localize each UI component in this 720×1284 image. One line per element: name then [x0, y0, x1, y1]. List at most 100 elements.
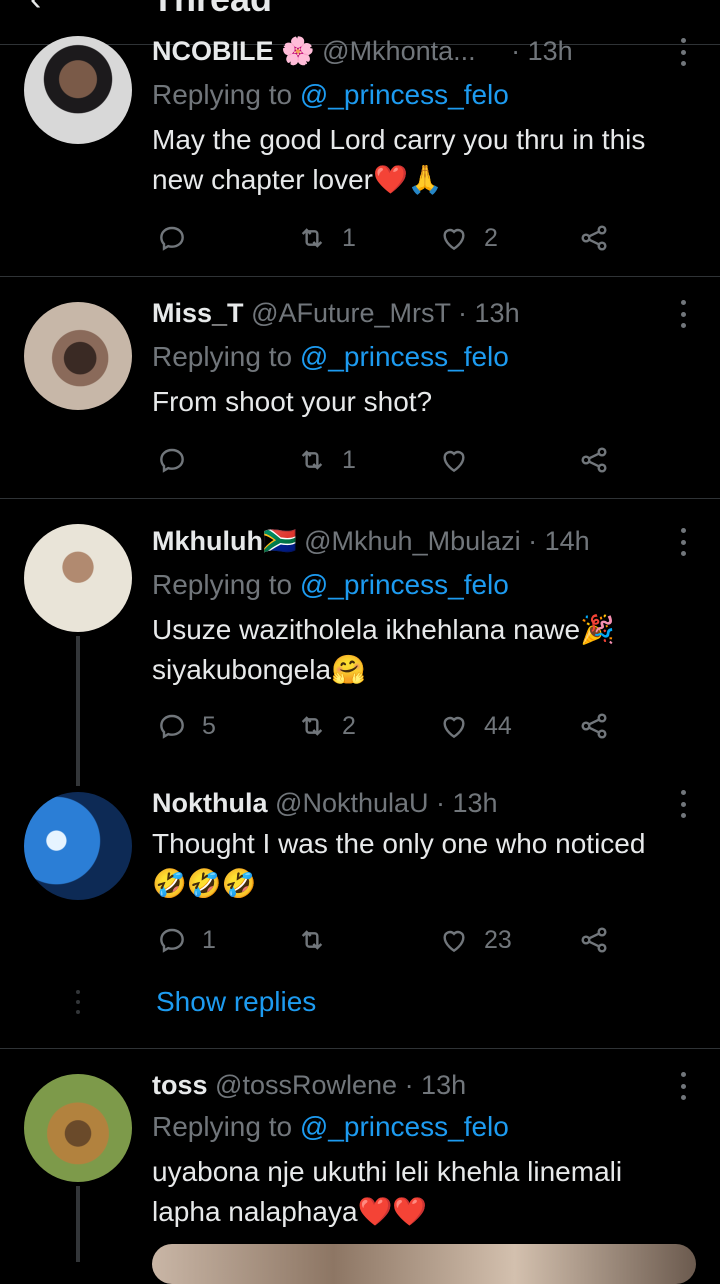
retweet-button[interactable]: 1	[296, 440, 356, 480]
more-icon[interactable]	[680, 38, 686, 66]
tweet-actions: 1	[152, 440, 632, 480]
text-emoji: 🎉	[580, 614, 615, 645]
reply-count: 1	[202, 925, 216, 954]
like-count: 2	[484, 223, 498, 252]
display-name[interactable]: Miss_T	[152, 298, 244, 328]
mention-link[interactable]: @_princess_felo	[300, 341, 509, 372]
tweet-text: From shoot your shot?	[152, 382, 690, 422]
like-button[interactable]	[438, 440, 484, 480]
like-icon	[443, 450, 465, 473]
text-emoji: 🤗	[331, 654, 366, 685]
reply-button[interactable]: 1	[156, 920, 216, 960]
tweet-header: toss @tossRowlene · 13h	[152, 1068, 700, 1102]
display-name[interactable]: Mkhuluh	[152, 526, 263, 556]
user-handle[interactable]: @Mkhuh_Mbulazi	[304, 526, 521, 556]
tweet-text: Usuze wazitholela ikhehlana nawe🎉 siyaku…	[152, 610, 690, 690]
replying-to-label: Replying to	[152, 1111, 293, 1142]
reply-count: 5	[202, 711, 216, 740]
retweet-icon	[301, 930, 323, 950]
like-button[interactable]: 23	[438, 920, 512, 960]
share-icon	[581, 225, 607, 251]
retweet-icon	[301, 228, 323, 248]
tweet-text-line: From shoot your shot?	[152, 386, 433, 417]
share-button[interactable]	[578, 218, 610, 258]
tweet-text-segment: lapha nalaphaya	[152, 1196, 358, 1227]
like-count: 23	[484, 925, 512, 954]
share-icon	[581, 713, 607, 739]
tweet-text-line: lapha nalaphaya❤️❤️	[152, 1192, 690, 1232]
more-icon[interactable]	[680, 300, 686, 328]
avatar[interactable]	[24, 792, 132, 900]
user-handle[interactable]: @AFuture_MrsT	[251, 298, 450, 328]
tweet-header: NCOBILE 🌸 @Mkhonta... · 13h	[152, 34, 700, 68]
tweet-text-segment: siyakubongela	[152, 654, 332, 685]
avatar[interactable]	[24, 302, 132, 410]
tweet-text: May the good Lord carry you thru in this…	[152, 120, 690, 200]
tweet-text-line: Thought I was the only one who noticed	[152, 828, 646, 859]
share-icon	[581, 927, 607, 953]
like-count: 44	[484, 711, 512, 740]
tweet-media[interactable]	[152, 1244, 696, 1284]
mention-link[interactable]: @_princess_felo	[300, 79, 509, 110]
tweet-text-segment: new chapter lover	[152, 164, 374, 195]
retweet-icon	[301, 716, 323, 736]
user-handle[interactable]: @NokthulaU	[275, 788, 428, 818]
retweet-button[interactable]: 1	[296, 218, 356, 258]
tweet-header: Mkhuluh🇿🇦 @Mkhuh_Mbulazi · 14h	[152, 524, 700, 558]
tweet-header: Nokthula @NokthulaU · 13h	[152, 786, 700, 820]
timestamp[interactable]: · 13h	[405, 1070, 467, 1100]
replying-to-label: Replying to	[152, 79, 293, 110]
show-replies-link[interactable]: Show replies	[156, 986, 316, 1018]
timestamp[interactable]: · 13h	[458, 298, 520, 328]
more-icon[interactable]	[680, 790, 686, 818]
retweet-count: 1	[342, 445, 356, 474]
more-icon[interactable]	[680, 1072, 686, 1100]
arrow-left-icon[interactable]: ‹	[30, 0, 41, 19]
avatar[interactable]	[24, 36, 132, 144]
share-button[interactable]	[578, 440, 610, 480]
replying-to: Replying to @_princess_felo	[152, 1110, 509, 1144]
share-button[interactable]	[578, 920, 610, 960]
retweet-count: 2	[342, 711, 356, 740]
like-icon	[443, 716, 465, 739]
more-icon[interactable]	[680, 528, 686, 556]
like-button[interactable]: 44	[438, 706, 512, 746]
retweet-button[interactable]	[296, 920, 342, 960]
reply-button[interactable]	[156, 218, 202, 258]
tweet-text-line: siyakubongela🤗	[152, 650, 690, 690]
flag-emoji: 🇿🇦	[262, 526, 297, 556]
timestamp[interactable]: · 13h	[511, 36, 573, 66]
tweet-text: uyabona nje ukuthi leli khehla linemali …	[152, 1152, 690, 1232]
timestamp[interactable]: · 13h	[436, 788, 498, 818]
replying-to-label: Replying to	[152, 569, 293, 600]
avatar[interactable]	[24, 1074, 132, 1182]
reply-button[interactable]: 5	[156, 706, 216, 746]
tweet-text-line: May the good Lord carry you thru in this	[152, 124, 646, 155]
like-icon	[443, 930, 465, 953]
reply-button[interactable]	[156, 440, 202, 480]
display-name[interactable]: NCOBILE	[152, 36, 274, 66]
like-button[interactable]: 2	[438, 218, 498, 258]
tweet-actions: 5 2 44	[152, 706, 632, 746]
mention-link[interactable]: @_princess_felo	[300, 569, 509, 600]
name-emoji: 🌸	[281, 36, 315, 66]
replying-to: Replying to @_princess_felo	[152, 340, 509, 374]
user-handle[interactable]: @tossRowlene	[215, 1070, 397, 1100]
timestamp[interactable]: · 14h	[528, 526, 590, 556]
thread-line	[76, 636, 80, 786]
tweet-text-line: uyabona nje ukuthi leli khehla linemali	[152, 1156, 623, 1187]
retweet-icon	[301, 450, 323, 470]
tweet-text-line: new chapter lover❤️🙏	[152, 160, 690, 200]
mention-link[interactable]: @_princess_felo	[300, 1111, 509, 1142]
avatar[interactable]	[24, 524, 132, 632]
replying-to: Replying to @_princess_felo	[152, 568, 509, 602]
like-icon	[443, 228, 465, 251]
user-handle[interactable]: @Mkhonta...	[322, 36, 475, 66]
divider	[0, 1048, 720, 1049]
retweet-button[interactable]: 2	[296, 706, 356, 746]
share-button[interactable]	[578, 706, 610, 746]
display-name[interactable]: Nokthula	[152, 788, 268, 818]
retweet-count: 1	[342, 223, 356, 252]
display-name[interactable]: toss	[152, 1070, 208, 1100]
replying-to-label: Replying to	[152, 341, 293, 372]
